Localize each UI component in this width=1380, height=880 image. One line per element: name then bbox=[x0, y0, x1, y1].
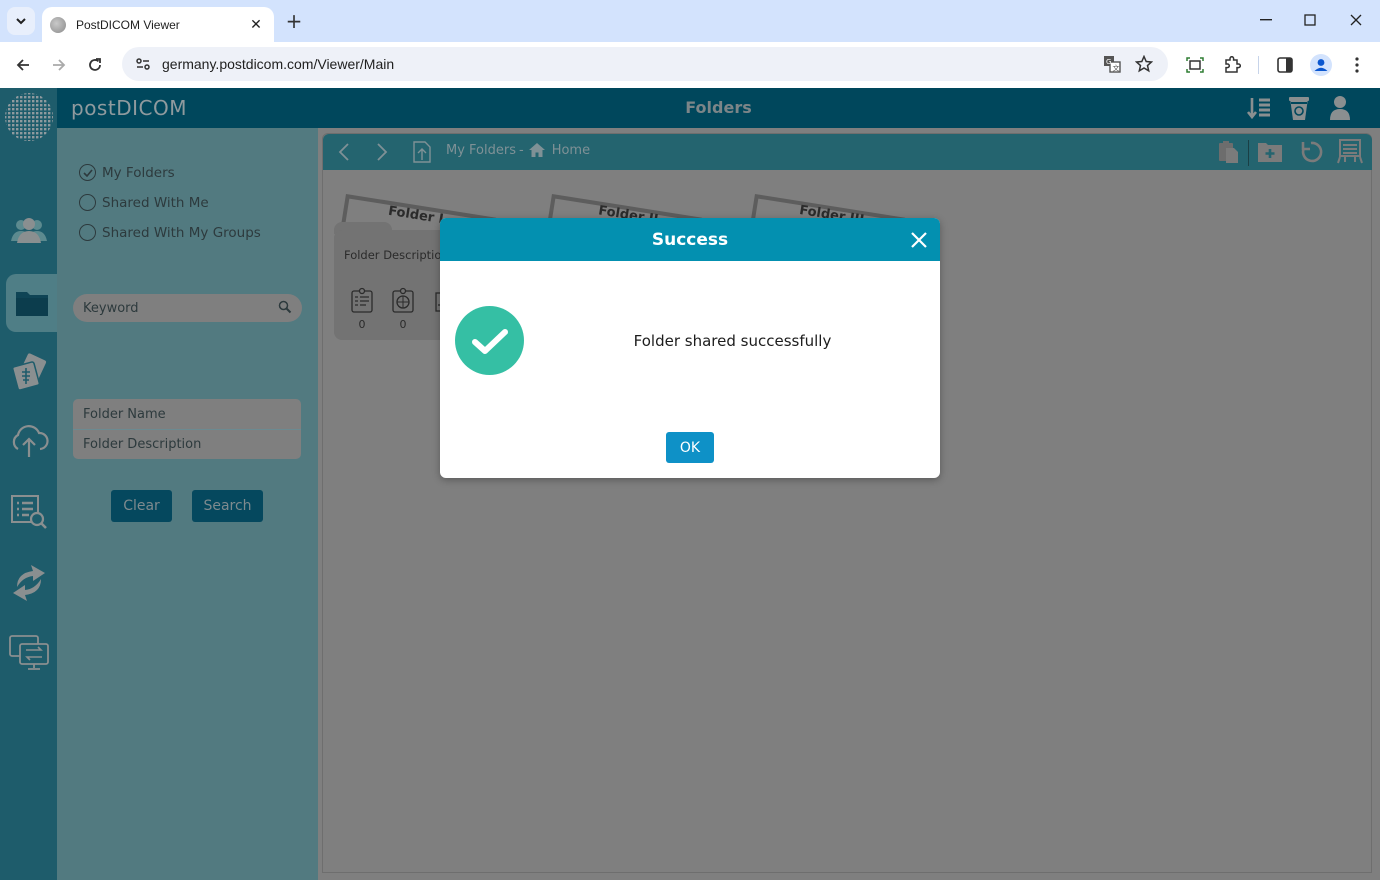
browser-menu-icon[interactable] bbox=[1343, 51, 1371, 79]
dialog-header: Success bbox=[440, 218, 940, 261]
browser-toolbar: germany.postdicom.com/Viewer/Main G文 bbox=[0, 42, 1380, 88]
new-tab-button[interactable]: + bbox=[282, 9, 306, 33]
modal-backdrop[interactable] bbox=[0, 88, 1380, 880]
profile-avatar-icon[interactable] bbox=[1307, 51, 1335, 79]
browser-tab[interactable]: PostDICOM Viewer ✕ bbox=[42, 7, 274, 42]
bookmark-star-icon[interactable] bbox=[1128, 50, 1160, 78]
postdicom-favicon-icon bbox=[50, 16, 66, 33]
toolbar-divider bbox=[1258, 56, 1259, 74]
maximize-icon bbox=[1304, 14, 1316, 26]
translate-icon[interactable]: G文 bbox=[1096, 50, 1128, 78]
browser-tab-strip: PostDICOM Viewer ✕ + bbox=[0, 0, 1380, 42]
extensions-puzzle-icon[interactable] bbox=[1218, 51, 1246, 79]
forward-button[interactable] bbox=[45, 51, 73, 79]
url-text: germany.postdicom.com/Viewer/Main bbox=[162, 56, 395, 72]
tab-search-button[interactable] bbox=[7, 7, 35, 35]
minimize-button[interactable] bbox=[1243, 5, 1289, 35]
tab-close-icon[interactable]: ✕ bbox=[244, 13, 268, 37]
ok-button[interactable]: OK bbox=[666, 432, 714, 463]
maximize-button[interactable] bbox=[1287, 5, 1333, 35]
side-panel-icon[interactable] bbox=[1271, 51, 1299, 79]
chevron-down-icon bbox=[16, 18, 26, 25]
address-bar[interactable]: germany.postdicom.com/Viewer/Main G文 bbox=[122, 47, 1168, 81]
screen-capture-icon[interactable] bbox=[1181, 51, 1209, 79]
close-icon bbox=[911, 232, 927, 248]
close-icon bbox=[1350, 14, 1362, 26]
back-button[interactable] bbox=[9, 51, 37, 79]
dialog-title: Success bbox=[651, 229, 729, 250]
success-dialog: Success Folder shared successfully OK bbox=[440, 218, 940, 478]
reload-button[interactable] bbox=[81, 51, 109, 79]
minimize-icon bbox=[1260, 19, 1272, 21]
tab-title: PostDICOM Viewer bbox=[76, 17, 180, 32]
arrow-left-icon bbox=[16, 59, 29, 71]
site-settings-icon[interactable] bbox=[128, 57, 158, 71]
window-close-button[interactable] bbox=[1333, 5, 1379, 35]
reload-icon bbox=[89, 58, 101, 71]
dialog-message: Folder shared successfully bbox=[633, 332, 832, 350]
dialog-close-button[interactable] bbox=[908, 229, 930, 251]
svg-text:文: 文 bbox=[1113, 64, 1120, 73]
svg-text:G: G bbox=[1106, 58, 1111, 66]
arrow-right-icon bbox=[53, 59, 66, 71]
